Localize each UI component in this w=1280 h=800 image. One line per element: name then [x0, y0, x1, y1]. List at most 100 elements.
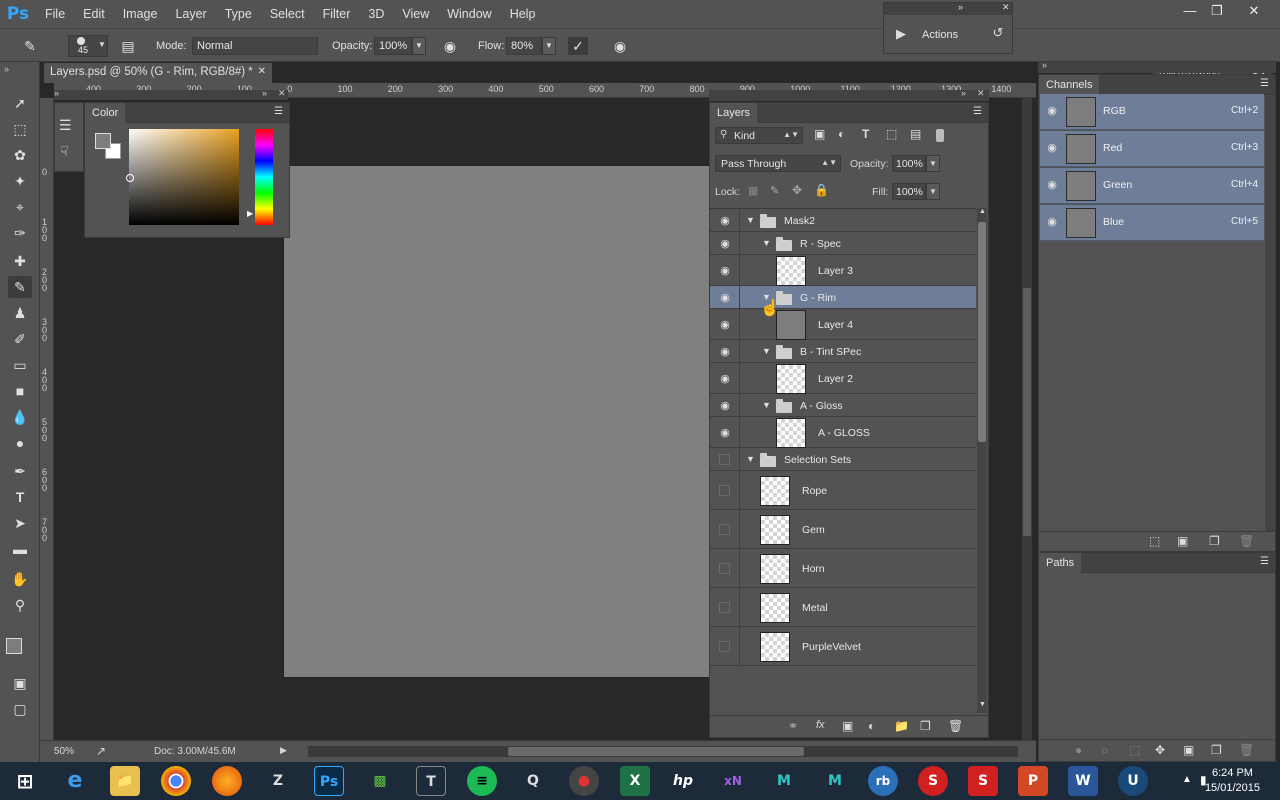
foreground-color-swatch[interactable]: [6, 638, 22, 654]
layer-group-row[interactable]: ◉ ▼ R - Spec: [710, 232, 976, 255]
type-tool-icon[interactable]: T: [8, 486, 32, 508]
screen-mode-icon[interactable]: ▢: [8, 698, 32, 720]
topogun-icon[interactable]: T: [416, 766, 446, 796]
hp-icon[interactable]: hp: [668, 766, 698, 796]
chrome-icon[interactable]: [161, 766, 191, 796]
zoom-tool-icon[interactable]: ⚲: [8, 594, 32, 616]
opacity-dropdown-button[interactable]: ▼: [412, 37, 426, 55]
document-canvas[interactable]: [283, 165, 713, 678]
close-icon[interactable]: ✕: [1002, 2, 1010, 13]
blend-mode-select[interactable]: Pass Through ▲▼: [715, 155, 841, 172]
layer-opacity-input[interactable]: 100%: [892, 155, 926, 172]
load-selection-icon[interactable]: ⬚: [1149, 534, 1160, 548]
link-layers-icon[interactable]: ⚭: [788, 719, 798, 733]
eye-icon[interactable]: ◉: [717, 399, 733, 415]
collapse-icon[interactable]: »: [4, 64, 9, 74]
panel-menu-icon[interactable]: ☰: [1260, 556, 1269, 567]
canvas-vertical-scrollbar[interactable]: [1022, 98, 1032, 740]
tab-color[interactable]: Color: [85, 103, 126, 123]
collapse-icon[interactable]: »: [961, 88, 966, 98]
substance-icon[interactable]: ▩: [365, 766, 395, 796]
visibility-toggle[interactable]: [719, 563, 730, 574]
brush-preset-picker[interactable]: 45 ▼: [68, 35, 108, 57]
layer-row[interactable]: Rope: [710, 471, 976, 510]
brush-tool-icon[interactable]: ✎: [8, 276, 32, 298]
collapse-icon[interactable]: »: [54, 88, 59, 98]
eye-icon[interactable]: ◉: [1044, 141, 1060, 157]
collapse-icon[interactable]: »: [958, 2, 963, 12]
menu-layer[interactable]: Layer: [166, 0, 215, 28]
opacity-input[interactable]: 100%: [374, 37, 412, 55]
layer-group-row[interactable]: ◉ ▼ B - Tint SPec: [710, 340, 976, 363]
eye-icon[interactable]: ◉: [717, 372, 733, 388]
mode-select[interactable]: Normal: [192, 37, 318, 55]
filter-toggle-switch[interactable]: [936, 129, 944, 142]
app-q-icon[interactable]: Q: [518, 766, 548, 796]
save-selection-icon[interactable]: ▣: [1177, 534, 1188, 548]
filter-pixel-icon[interactable]: ▣: [814, 127, 825, 141]
maya-lt-icon[interactable]: M: [769, 766, 799, 796]
eye-icon[interactable]: ◉: [717, 345, 733, 361]
menu-3d[interactable]: 3D: [359, 0, 393, 28]
visibility-toggle[interactable]: [719, 641, 730, 652]
scroll-up-icon[interactable]: ▲: [979, 208, 986, 215]
menu-filter[interactable]: Filter: [314, 0, 360, 28]
layer-row[interactable]: ◉ Layer 3: [710, 255, 976, 286]
powerpoint-icon[interactable]: P: [1018, 766, 1048, 796]
channels-dock-header[interactable]: »: [1038, 60, 1276, 73]
add-mask-icon[interactable]: ▣: [1183, 743, 1194, 757]
flow-input[interactable]: 80%: [506, 37, 542, 55]
layer-row[interactable]: Metal: [710, 588, 976, 627]
crop-tool-icon[interactable]: ⌖: [8, 196, 32, 218]
filter-type-icon[interactable]: T: [862, 127, 869, 141]
layer-row[interactable]: PurpleVelvet: [710, 627, 976, 666]
visibility-toggle[interactable]: [719, 485, 730, 496]
lasso-tool-icon[interactable]: ✿: [8, 144, 32, 166]
lock-pixels-icon[interactable]: ✎: [770, 184, 779, 197]
panel-menu-icon[interactable]: ☰: [274, 106, 283, 117]
eye-icon[interactable]: ◉: [717, 291, 733, 307]
pressure-size-icon[interactable]: ◉: [610, 37, 630, 55]
menu-window[interactable]: Window: [438, 0, 500, 28]
move-tool-icon[interactable]: ➚: [8, 92, 32, 114]
expand-toggle-icon[interactable]: ▼: [762, 400, 771, 410]
tab-channels[interactable]: Channels: [1039, 75, 1100, 95]
add-mask-icon[interactable]: ▣: [842, 719, 853, 733]
close-icon[interactable]: ✕: [278, 88, 286, 99]
channel-row-rgb[interactable]: ◉ RGB Ctrl+2: [1040, 94, 1264, 130]
lock-all-icon[interactable]: 🔒: [814, 183, 829, 197]
adjustment-layer-icon[interactable]: ◐: [868, 719, 875, 733]
filter-shape-icon[interactable]: ⬚: [886, 127, 897, 141]
rectangle-tool-icon[interactable]: ▬: [8, 538, 32, 560]
adjust-icon[interactable]: ☰: [59, 117, 72, 134]
file-explorer-icon[interactable]: 📁: [110, 766, 140, 796]
delete-path-icon[interactable]: 🗑: [1239, 743, 1254, 757]
eye-icon[interactable]: ◉: [1044, 178, 1060, 194]
history-brush-tool-icon[interactable]: ✐: [8, 328, 32, 350]
layer-group-row[interactable]: ▼ Selection Sets: [710, 448, 976, 471]
substance-designer-icon[interactable]: S: [918, 766, 948, 796]
photoshop-taskbar-icon[interactable]: Ps: [314, 766, 344, 796]
healing-brush-tool-icon[interactable]: ✚: [8, 250, 32, 272]
layer-row[interactable]: Gem: [710, 510, 976, 549]
layer-group-row[interactable]: ◉ ▼ G - Rim: [710, 286, 976, 309]
layer-opacity-dropdown-button[interactable]: ▼: [926, 155, 940, 172]
new-path-icon[interactable]: ❐: [1211, 743, 1222, 757]
filter-adjustment-icon[interactable]: ◐: [838, 127, 845, 141]
brush-presets-icon[interactable]: ☟: [60, 143, 69, 160]
menu-select[interactable]: Select: [261, 0, 314, 28]
brush-tool-icon[interactable]: ✎: [20, 37, 40, 55]
document-tab[interactable]: Layers.psd @ 50% (G - Rim, RGB/8#) * ✕: [44, 63, 272, 83]
lock-position-icon[interactable]: ✥: [792, 183, 802, 197]
panel-menu-icon[interactable]: ☰: [1260, 78, 1269, 89]
tray-chevron-icon[interactable]: ▲: [1182, 774, 1192, 785]
eye-icon[interactable]: ◉: [1044, 215, 1060, 231]
layer-group-row[interactable]: ◉ ▼ Mask2: [710, 209, 976, 232]
color-picker-cursor[interactable]: [126, 174, 134, 182]
layers-dock-header[interactable]: » ✕: [709, 88, 989, 101]
menu-view[interactable]: View: [393, 0, 438, 28]
unreal-engine-icon[interactable]: U: [1118, 766, 1148, 796]
tab-paths[interactable]: Paths: [1039, 553, 1082, 573]
delete-channel-icon[interactable]: 🗑: [1239, 534, 1254, 548]
layer-row[interactable]: ◉ Layer 2: [710, 363, 976, 394]
